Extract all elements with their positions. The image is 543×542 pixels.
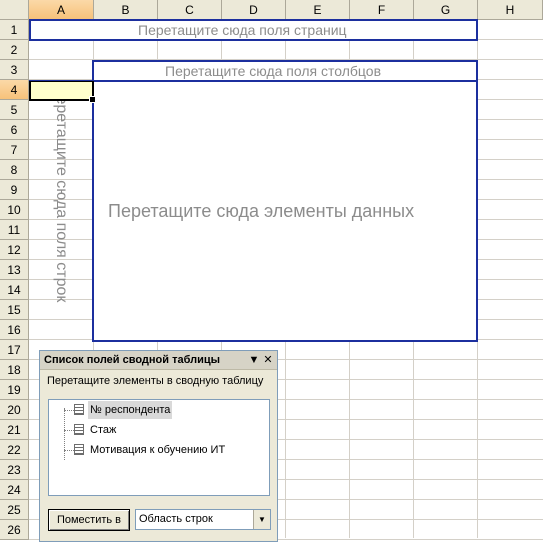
place-to-button[interactable]: Поместить в [48, 509, 130, 531]
close-icon[interactable]: ✕ [261, 353, 275, 367]
row-header-6[interactable]: 6 [0, 120, 29, 140]
select-all-corner[interactable] [0, 0, 29, 20]
tree-line [64, 450, 74, 451]
chevron-down-icon[interactable]: ▼ [253, 510, 270, 529]
row-header-9[interactable]: 9 [0, 180, 29, 200]
page-dropzone-label: Перетащите сюда поля страниц [138, 22, 347, 38]
field-label: Мотивация к обучению ИТ [90, 444, 226, 456]
data-items-dropzone[interactable]: Перетащите сюда элементы данных [92, 80, 478, 342]
column-header-c[interactable]: C [158, 0, 222, 20]
row-header-21[interactable]: 21 [0, 420, 29, 440]
column-header-g[interactable]: G [414, 0, 478, 20]
row-header-2[interactable]: 2 [0, 40, 29, 60]
row-header-15[interactable]: 15 [0, 300, 29, 320]
row-header-13[interactable]: 13 [0, 260, 29, 280]
column-header-h[interactable]: H [478, 0, 543, 20]
column-header-d[interactable]: D [222, 0, 286, 20]
field-item[interactable]: Стаж [49, 421, 267, 439]
tree-line [64, 430, 74, 431]
row-header-22[interactable]: 22 [0, 440, 29, 460]
column-header-a[interactable]: A [29, 0, 94, 20]
area-select-value: Область строк [139, 513, 213, 525]
field-item[interactable]: Мотивация к обучению ИТ [49, 441, 267, 459]
pane-title[interactable]: Список полей сводной таблицы [40, 351, 277, 370]
field-icon [74, 444, 84, 455]
row-header-7[interactable]: 7 [0, 140, 29, 160]
row-header-18[interactable]: 18 [0, 360, 29, 380]
tree-line [64, 410, 74, 411]
column-header-f[interactable]: F [350, 0, 414, 20]
row-header-10[interactable]: 10 [0, 200, 29, 220]
row-header-11[interactable]: 11 [0, 220, 29, 240]
row-header-24[interactable]: 24 [0, 480, 29, 500]
row-header-8[interactable]: 8 [0, 160, 29, 180]
row-header-5[interactable]: 5 [0, 100, 29, 120]
area-select[interactable]: Область строк ▼ [135, 509, 271, 530]
row-header-20[interactable]: 20 [0, 400, 29, 420]
pivot-field-list-pane: Список полей сводной таблицы ▼ ✕ Перетащ… [39, 350, 278, 542]
pane-options-icon[interactable]: ▼ [247, 353, 261, 367]
column-field-dropzone[interactable]: Перетащите сюда поля столбцов [92, 60, 478, 82]
row-header-19[interactable]: 19 [0, 380, 29, 400]
field-item[interactable]: № респондента [49, 401, 267, 419]
row-header-23[interactable]: 23 [0, 460, 29, 480]
spreadsheet: A B C D E F G H 1 2 3 4 5 6 7 8 9 10 11 12 13 14 15 16 1… [0, 0, 543, 542]
row-header-4[interactable]: 4 [0, 80, 29, 100]
column-header-e[interactable]: E [286, 0, 350, 20]
pane-instruction: Перетащите элементы в сводную таблицу [47, 375, 264, 387]
row-header-17[interactable]: 17 [0, 340, 29, 360]
field-label: Стаж [90, 424, 117, 436]
row-header-1[interactable]: 1 [0, 20, 29, 40]
row-header-14[interactable]: 14 [0, 280, 29, 300]
row-header-12[interactable]: 12 [0, 240, 29, 260]
data-dropzone-label: Перетащите сюда элементы данных [108, 201, 415, 221]
row-header-26[interactable]: 26 [0, 520, 29, 540]
column-header-b[interactable]: B [94, 0, 158, 20]
page-field-dropzone[interactable]: Перетащите сюда поля страниц [29, 19, 478, 41]
row-dropzone-label: Перетащите сюда поля строк [53, 84, 70, 303]
row-header-16[interactable]: 16 [0, 320, 29, 340]
row-header-25[interactable]: 25 [0, 500, 29, 520]
field-label: № респондента [88, 401, 173, 419]
row-header-3[interactable]: 3 [0, 60, 29, 80]
dropzone-border [29, 80, 94, 81]
field-list: № респондента Стаж Мотивация к обучению … [48, 399, 270, 496]
pane-title-text: Список полей сводной таблицы [44, 354, 221, 366]
field-icon [74, 404, 84, 415]
active-cell-a4[interactable] [29, 80, 96, 103]
field-icon [74, 424, 84, 435]
column-dropzone-label: Перетащите сюда поля столбцов [165, 63, 382, 79]
row-field-dropzone[interactable]: Перетащите сюда поля строк [29, 80, 94, 342]
